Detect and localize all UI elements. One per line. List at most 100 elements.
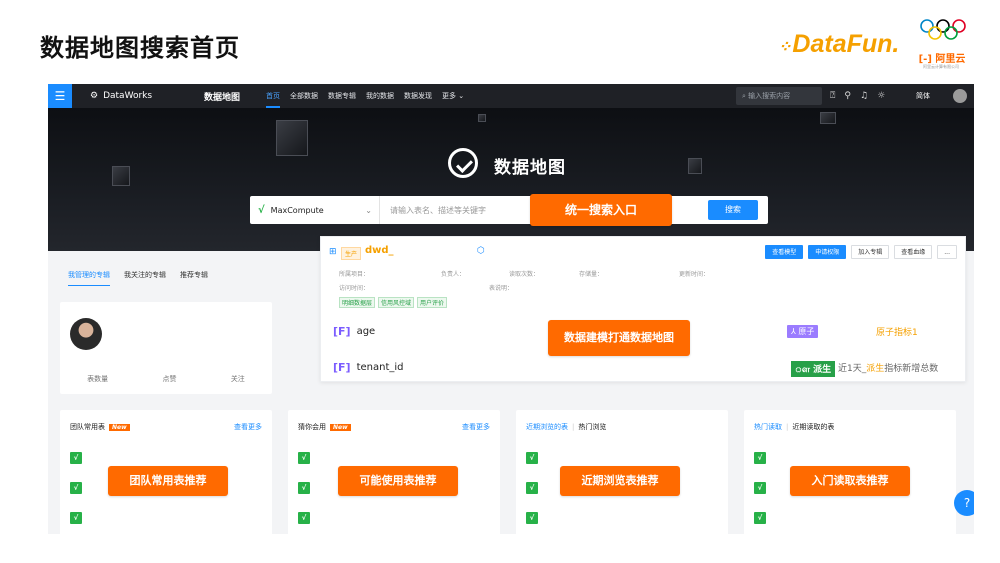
more-actions-button[interactable]: ... [937, 245, 957, 259]
stat-follows: 关注 [230, 375, 245, 383]
tab-followed-albums[interactable]: 我关注的专辑 [124, 270, 166, 286]
table-item-icon[interactable]: √ [526, 512, 538, 524]
tag[interactable]: 明细数据层 [339, 297, 376, 308]
meta-project: 所属项目： [339, 271, 370, 278]
dataworks-icon: ⚙ [90, 91, 99, 101]
top-icons: ⍰ ⚲ ♫ ☼ [830, 84, 885, 108]
table-item-icon[interactable]: √ [298, 452, 310, 464]
nav-my-data[interactable]: 我的数据 [366, 84, 394, 108]
nav-home[interactable]: 首页 [266, 84, 281, 108]
nav-discover[interactable]: 数据发现 [404, 84, 432, 108]
stat-likes: 点赞 [162, 375, 177, 383]
callout-hot-read: 入门读取表推荐 [790, 466, 910, 496]
view-more-link[interactable]: 查看更多 [234, 422, 262, 432]
decor-cube [112, 166, 130, 186]
aliyun-logo-subtitle: 阿里云计算有限公司 [923, 64, 959, 69]
top-search-input[interactable]: ⌕ 输入搜索内容 [736, 87, 822, 105]
avatar [70, 318, 102, 350]
table-item-icon[interactable]: √ [70, 482, 82, 494]
help-icon[interactable]: ⍰ [830, 91, 835, 101]
request-permission-button[interactable]: 申请权限 [808, 245, 847, 259]
datafun-logo: ⁘ DataFun. [778, 30, 900, 58]
olympic-rings-icon [920, 19, 966, 40]
derived-metric-badge: ௗ 派生 [791, 361, 836, 377]
tab-recent-read[interactable]: 近期读取的表 [792, 422, 834, 432]
table-item-icon[interactable]: √ [754, 452, 766, 464]
meta-accessed: 访问时间： [339, 285, 370, 292]
decor-cube [478, 114, 486, 122]
hero-banner: 数据地图 [48, 108, 974, 251]
tab-hot-read[interactable]: 热门读取 [754, 422, 782, 432]
field-icon: [F] [333, 361, 351, 374]
table-name[interactable]: dwd_ [365, 245, 394, 256]
panel-title: 猜你会用 New [298, 422, 351, 432]
bug-icon[interactable]: ☼ [877, 91, 885, 101]
callout-recent-browse: 近期浏览表推荐 [560, 466, 680, 496]
field-row[interactable]: [F] tenant_id [333, 361, 404, 374]
meta-description: 表说明： [489, 285, 514, 292]
top-nav-bar: ☰ ⚙ DataWorks 数据地图 首页 全部数据 数据专辑 我的数据 数据发现… [48, 84, 974, 108]
result-actions: 查看模型 申请权限 加入专辑 查看血缘 ... [765, 245, 957, 259]
callout-unified-search: 统一搜索入口 [530, 194, 672, 226]
product-name[interactable]: 数据地图 [204, 90, 240, 103]
table-item-icon[interactable]: √ [526, 482, 538, 494]
search-result-card: ⊞ 生产 dwd_ ⬡ 查看模型 申请权限 加入专辑 查看血缘 ... 所属项目… [320, 236, 966, 382]
hero-title: 数据地图 [494, 158, 566, 178]
tag[interactable]: 用户评价 [417, 297, 448, 308]
callout-team-tables: 团队常用表推荐 [108, 466, 228, 496]
maxcompute-icon: √ [258, 204, 265, 216]
table-item-icon[interactable]: √ [298, 512, 310, 524]
table-item-icon[interactable]: √ [70, 452, 82, 464]
tab-recommended-albums[interactable]: 推荐专辑 [180, 270, 208, 286]
album-tabs: 我管理的专辑 我关注的专辑 推荐专辑 [68, 270, 208, 286]
table-item-icon[interactable]: √ [298, 482, 310, 494]
decor-cube [688, 158, 702, 174]
nav-more[interactable]: 更多 ⌄ [442, 84, 464, 108]
new-badge: New [330, 423, 351, 431]
meta-updated: 更新时间： [679, 271, 710, 278]
panel-title: 团队常用表 New [70, 422, 130, 432]
callout-possible-tables: 可能使用表推荐 [338, 466, 458, 496]
language-switch[interactable]: 简体 [916, 84, 930, 108]
data-map-logo-icon [448, 148, 478, 178]
view-more-link[interactable]: 查看更多 [462, 422, 490, 432]
tag[interactable]: 信用风控域 [378, 297, 415, 308]
meta-storage: 存储量： [579, 271, 604, 278]
atomic-metric-name[interactable]: 原子指标1 [876, 325, 918, 338]
field-row[interactable]: [F] age [333, 325, 375, 338]
search-button[interactable]: 搜索 [708, 200, 758, 220]
dataworks-screenshot: ☰ ⚙ DataWorks 数据地图 首页 全部数据 数据专辑 我的数据 数据发现… [48, 84, 974, 534]
panel-title: 热门读取 | 近期读取的表 [754, 422, 835, 432]
menu-icon[interactable]: ☰ [48, 84, 72, 108]
add-to-album-button[interactable]: 加入专辑 [851, 245, 890, 259]
nav-album[interactable]: 数据专辑 [328, 84, 356, 108]
chevron-down-icon: ⌄ [365, 205, 372, 215]
table-icon: ⊞ [329, 247, 337, 257]
field-icon: [F] [333, 325, 351, 338]
panel-title: 近期浏览的表 | 热门浏览 [526, 422, 607, 432]
tab-hot-browse[interactable]: 热门浏览 [578, 422, 606, 432]
brand[interactable]: ⚙ DataWorks [90, 91, 190, 101]
meta-reads: 读取次数： [509, 271, 540, 278]
tab-my-albums[interactable]: 我管理的专辑 [68, 270, 110, 286]
table-item-icon[interactable]: √ [754, 482, 766, 494]
user-avatar[interactable] [953, 89, 967, 103]
meta-owner: 负责人： [441, 271, 466, 278]
tab-recent-browsed[interactable]: 近期浏览的表 [526, 422, 568, 432]
wrench-icon[interactable]: ⚲ [844, 91, 851, 101]
result-tags: 明细数据层 信用风控域 用户评价 [339, 297, 448, 308]
bell-icon[interactable]: ♫ [860, 91, 868, 101]
table-item-icon[interactable]: √ [526, 452, 538, 464]
help-chat-icon[interactable]: ? [954, 490, 974, 516]
table-item-icon[interactable]: √ [70, 512, 82, 524]
engine-select[interactable]: √ MaxCompute ⌄ [250, 196, 380, 224]
table-item-icon[interactable]: √ [754, 512, 766, 524]
view-model-button[interactable]: 查看模型 [765, 245, 804, 259]
nav-all-data[interactable]: 全部数据 [290, 84, 318, 108]
aliyun-logo: [-] 阿里云 [918, 54, 966, 65]
new-badge: New [109, 423, 130, 431]
view-lineage-button[interactable]: 查看血缘 [894, 245, 933, 259]
decor-cube [820, 112, 836, 124]
derived-metric-name[interactable]: 近1天_派生指标新增总数 [838, 361, 938, 374]
main-search-bar: √ MaxCompute ⌄ 请输入表名、描述等关键字 搜索 [250, 196, 768, 224]
